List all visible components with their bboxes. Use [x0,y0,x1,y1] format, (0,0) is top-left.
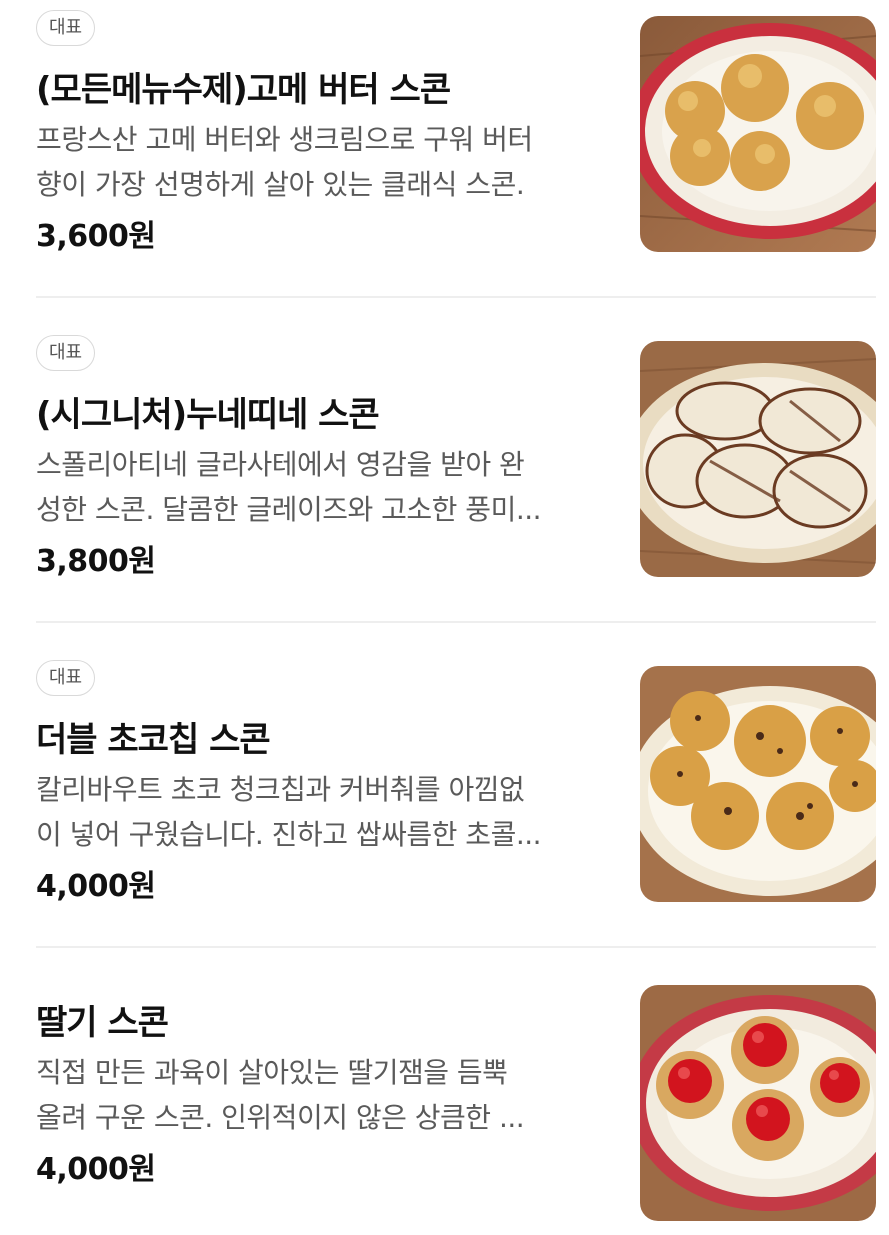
menu-item-price: 4,000원 [36,869,156,904]
butter-scone-photo[interactable] [640,16,876,252]
menu-item-title: (시그니처)누네띠네 스콘 [36,395,380,435]
menu-item-info: 딸기 스콘 직접 만든 과육이 살아있는 딸기잼을 듬뿍 올려 구운 스콘. 인… [36,985,616,1188]
strawberry-scone-photo[interactable] [640,985,876,1221]
signature-badge: 대표 [36,335,96,371]
menu-item-title: 딸기 스콘 [36,1003,169,1043]
chocochip-scone-photo[interactable] [640,666,876,902]
divider [36,296,876,298]
menu-item-price: 3,800원 [36,544,156,579]
menu-item-price: 3,600원 [36,219,156,254]
menu-item-description-line2: 성한 스콘. 달콤한 글레이즈와 고소한 풍미... [36,493,542,526]
menu-item-strawberry-scone[interactable]: 딸기 스콘 직접 만든 과육이 살아있는 딸기잼을 듬뿍 올려 구운 스콘. 인… [36,985,876,1230]
menu-item-title: (모든메뉴수제)고메 버터 스콘 [36,70,451,110]
menu-item-nunettine-scone[interactable]: 대표 (시그니처)누네띠네 스콘 스폴리아티네 글라사테에서 영감을 받아 완 … [36,335,876,580]
menu-item-description-line1: 스폴리아티네 글라사테에서 영감을 받아 완 [36,448,525,481]
menu-item-description-line1: 칼리바우트 초코 청크칩과 커버춰를 아낌없 [36,773,525,806]
menu-item-description-line2: 이 넣어 구웠습니다. 진하고 쌉싸름한 초콜... [36,818,542,851]
signature-badge: 대표 [36,10,96,46]
menu-item-description-line1: 직접 만든 과육이 살아있는 딸기잼을 듬뿍 [36,1056,508,1089]
divider [36,946,876,948]
menu-item-description-line1: 프랑스산 고메 버터와 생크림으로 구워 버터 [36,123,533,156]
menu-item-description-line2: 올려 구운 스콘. 인위적이지 않은 상큼한 ... [36,1101,525,1134]
menu-item-title: 더블 초코칩 스콘 [36,720,271,760]
menu-item-gourmet-butter-scone[interactable]: 대표 (모든메뉴수제)고메 버터 스콘 프랑스산 고메 버터와 생크림으로 구워… [36,10,876,255]
signature-badge: 대표 [36,660,96,696]
menu-item-price: 4,000원 [36,1152,156,1187]
menu-list: 대표 (모든메뉴수제)고메 버터 스콘 프랑스산 고메 버터와 생크림으로 구워… [0,0,889,1235]
divider [36,621,876,623]
menu-item-double-chocochip-scone[interactable]: 대표 더블 초코칩 스콘 칼리바우트 초코 청크칩과 커버춰를 아낌없 이 넣어… [36,660,876,905]
glazed-scone-photo[interactable] [640,341,876,577]
menu-item-description-line2: 향이 가장 선명하게 살아 있는 클래식 스콘. [36,168,525,201]
menu-item-info: 대표 (시그니처)누네띠네 스콘 스폴리아티네 글라사테에서 영감을 받아 완 … [36,335,616,580]
menu-item-info: 대표 (모든메뉴수제)고메 버터 스콘 프랑스산 고메 버터와 생크림으로 구워… [36,10,616,255]
menu-item-info: 대표 더블 초코칩 스콘 칼리바우트 초코 청크칩과 커버춰를 아낌없 이 넣어… [36,660,616,905]
